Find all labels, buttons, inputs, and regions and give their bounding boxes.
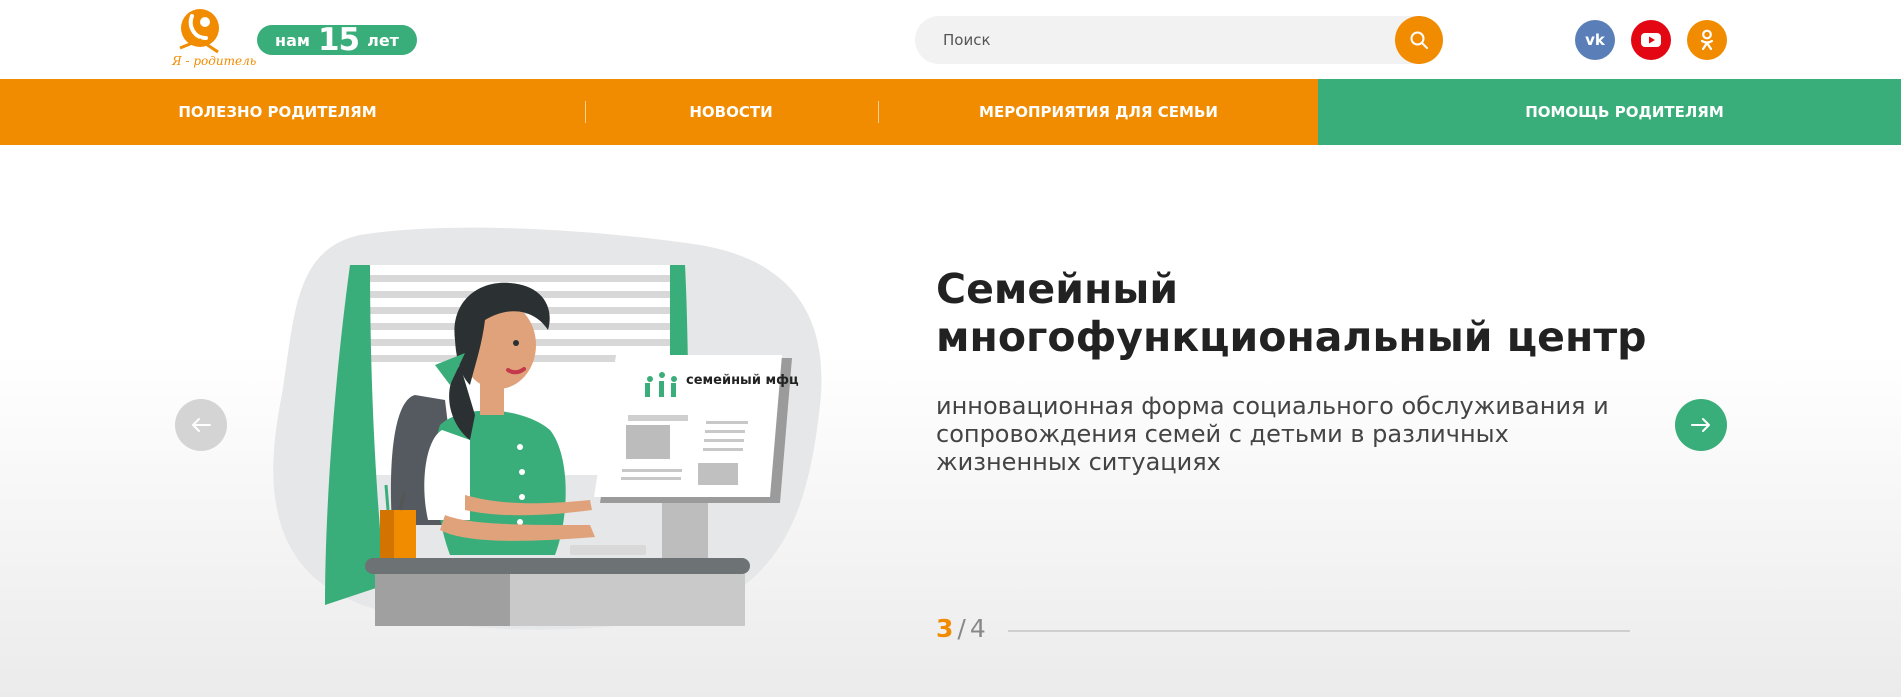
slider-pagination: 3 / 4 xyxy=(936,614,986,643)
logo-text: Я - родитель xyxy=(172,54,257,68)
hero-slider: семейный мфц Семейный многофункциональны… xyxy=(0,145,1901,697)
slide-title: Семейный многофункциональный центр xyxy=(936,265,1647,361)
slider-prev-button[interactable] xyxy=(175,399,227,451)
site-logo[interactable]: Я - родитель xyxy=(172,8,256,70)
nav-help-section: ПОМОЩЬ РОДИТЕЛЯМ xyxy=(1318,79,1901,145)
site-header: Я - родитель нам 15 лет vk xyxy=(0,0,1901,79)
nav-item-help-for-parents[interactable]: ПОМОЩЬ РОДИТЕЛЯМ xyxy=(1318,79,1901,145)
odnoklassniki-link[interactable] xyxy=(1687,20,1727,60)
search-button[interactable] xyxy=(1395,16,1443,64)
nav-item-label: МЕРОПРИЯТИЯ ДЛЯ СЕМЬИ xyxy=(979,103,1218,121)
main-nav: ПОЛЕЗНО РОДИТЕЛЯМ НОВОСТИ МЕРОПРИЯТИЯ ДЛ… xyxy=(0,79,1901,145)
odnoklassniki-icon xyxy=(1700,29,1714,51)
vk-link[interactable]: vk xyxy=(1575,20,1615,60)
pager-current: 3 xyxy=(936,614,954,643)
nav-item-label: НОВОСТИ xyxy=(689,103,773,121)
nav-item-family-events[interactable]: МЕРОПРИЯТИЯ ДЛЯ СЕМЬИ xyxy=(879,79,1318,145)
slider-next-button[interactable] xyxy=(1675,399,1727,451)
pager-progress-line xyxy=(1008,630,1630,632)
youtube-link[interactable] xyxy=(1631,20,1671,60)
badge-number: 15 xyxy=(317,22,360,58)
nav-primary-section: ПОЛЕЗНО РОДИТЕЛЯМ НОВОСТИ МЕРОПРИЯТИЯ ДЛ… xyxy=(0,79,1318,145)
search-icon xyxy=(1410,31,1428,49)
screen-brand-text: семейный мфц xyxy=(686,373,799,388)
nav-item-useful-for-parents[interactable]: ПОЛЕЗНО РОДИТЕЛЯМ xyxy=(120,79,435,145)
search-bar xyxy=(915,16,1443,64)
arrow-left-icon xyxy=(192,418,211,432)
pager-separator: / xyxy=(957,614,966,643)
vk-icon: vk xyxy=(1585,31,1605,49)
slide-description: инновационная форма социального обслужив… xyxy=(936,392,1609,476)
arrow-right-icon xyxy=(1691,418,1710,432)
nav-item-label: ПОМОЩЬ РОДИТЕЛЯМ xyxy=(1525,103,1724,121)
nav-item-news[interactable]: НОВОСТИ xyxy=(586,79,876,145)
search-input[interactable] xyxy=(943,16,1383,64)
logo-figure-icon xyxy=(179,9,219,54)
badge-prefix: нам xyxy=(275,30,310,50)
slide-illustration: семейный мфц xyxy=(273,227,822,630)
nav-item-label: ПОЛЕЗНО РОДИТЕЛЯМ xyxy=(178,103,377,121)
badge-suffix: лет xyxy=(367,30,399,50)
youtube-icon xyxy=(1641,33,1661,47)
anniversary-badge: нам 15 лет xyxy=(257,22,417,58)
pager-total: 4 xyxy=(969,614,986,643)
